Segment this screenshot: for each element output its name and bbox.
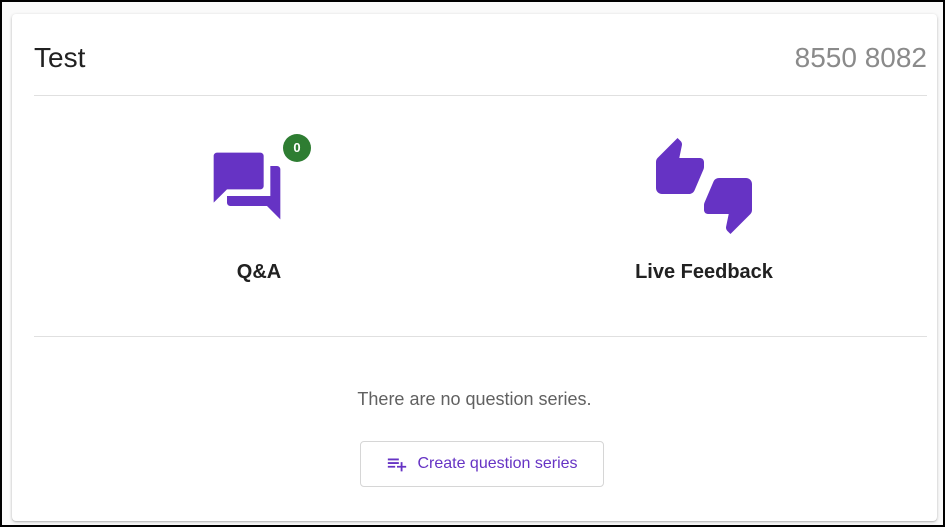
header-divider <box>34 95 927 96</box>
qa-feature-button[interactable]: 0 Q&A <box>129 134 389 314</box>
qa-icon-wrap: 0 <box>207 134 311 234</box>
create-question-series-label: Create question series <box>417 455 578 472</box>
section-divider <box>34 336 927 337</box>
meeting-id: 8550 8082 <box>794 42 927 73</box>
card-header: Test 8550 8082 <box>34 36 927 76</box>
playlist-add-icon <box>388 458 407 472</box>
session-card: Test 8550 8082 0 Q&A Live Feedback There… <box>12 14 937 521</box>
window-frame: Test 8550 8082 0 Q&A Live Feedback There… <box>0 0 945 527</box>
forum-icon <box>213 152 281 220</box>
qa-label: Q&A <box>236 261 282 283</box>
create-question-series-button[interactable]: Create question series <box>360 441 604 487</box>
empty-series-message: There are no question series. <box>357 389 592 409</box>
feedback-icon-wrap <box>656 134 752 234</box>
live-feedback-label: Live Feedback <box>635 261 773 283</box>
qa-count-badge: 0 <box>283 134 311 162</box>
live-feedback-feature-button[interactable]: Live Feedback <box>574 134 834 314</box>
session-title: Test <box>34 42 86 73</box>
thumbs-up-down-icon <box>656 138 752 234</box>
